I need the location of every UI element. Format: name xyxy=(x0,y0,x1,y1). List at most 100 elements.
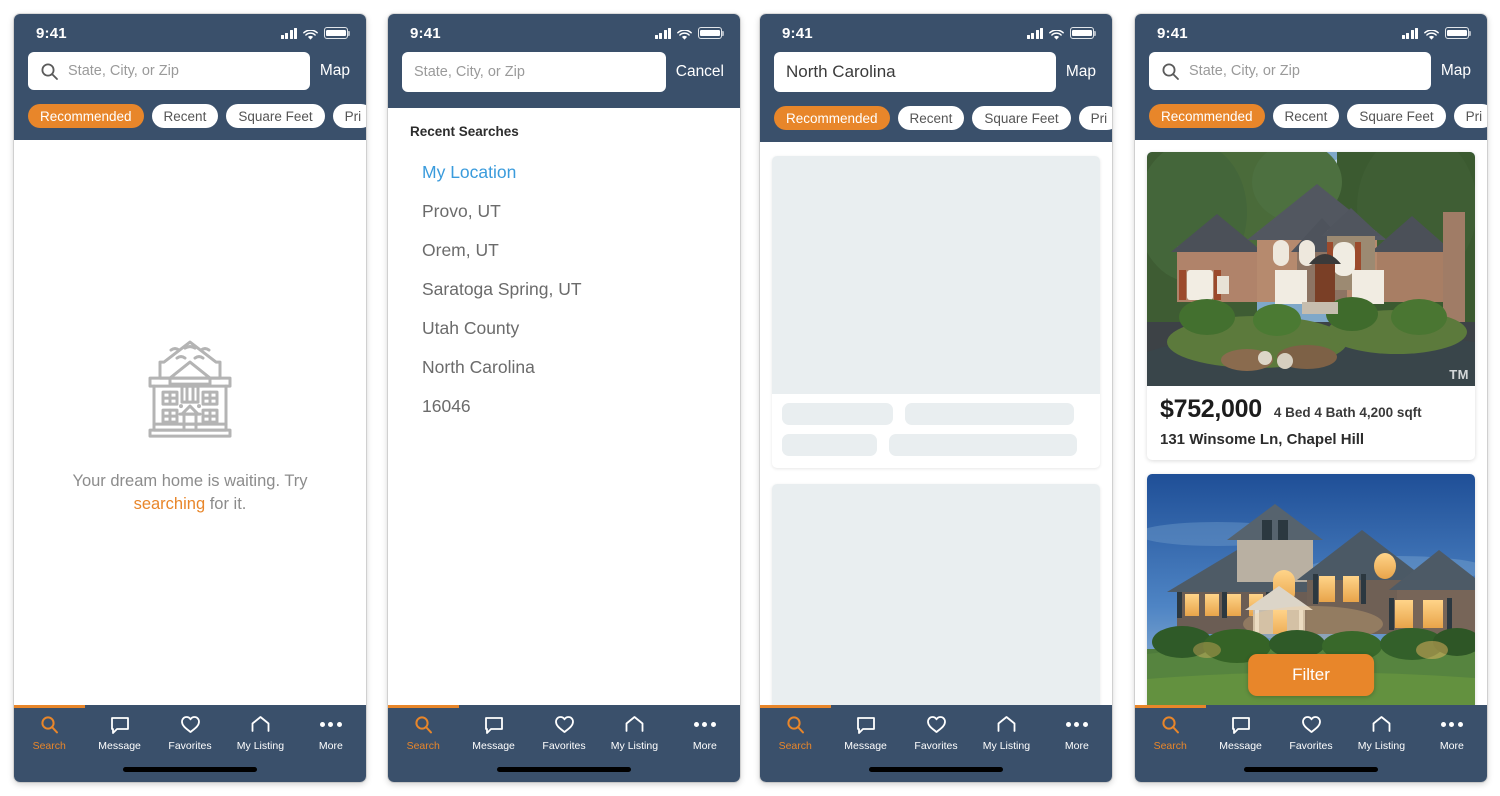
message-icon xyxy=(1231,714,1251,735)
tab-label: My Listing xyxy=(982,740,1031,752)
tab-label: Search xyxy=(778,740,812,752)
tab-message[interactable]: Message xyxy=(84,714,154,756)
list-item-my-location[interactable]: My Location xyxy=(410,153,718,192)
tab-my-listing[interactable]: My Listing xyxy=(225,714,295,756)
chip-recent[interactable]: Recent xyxy=(151,104,219,128)
house-icon xyxy=(624,714,645,735)
tab-message[interactable]: Message xyxy=(830,714,900,756)
empty-state-text: Your dream home is waiting. Try searchin… xyxy=(72,470,307,518)
cellular-signal-icon xyxy=(1401,27,1418,39)
wifi-icon xyxy=(1049,28,1064,40)
tab-message[interactable]: Message xyxy=(458,714,528,756)
status-bar: 9:41 xyxy=(760,14,1112,52)
chip-price[interactable]: Pri xyxy=(1453,104,1487,128)
search-input[interactable]: State, City, or Zip xyxy=(1149,52,1431,90)
chip-recommended[interactable]: Recommended xyxy=(1149,104,1265,128)
wifi-icon xyxy=(1424,28,1439,40)
tab-favorites[interactable]: Favorites xyxy=(901,714,971,756)
tab-label: Message xyxy=(844,740,887,752)
wifi-icon xyxy=(677,28,692,40)
screen-body: Your dream home is waiting. Try searchin… xyxy=(14,140,366,705)
app-header: 9:41 State, City, or Zip Cancel xyxy=(388,14,740,108)
map-button[interactable]: Map xyxy=(320,62,352,80)
search-placeholder: State, City, or Zip xyxy=(414,64,525,80)
tab-my-listing[interactable]: My Listing xyxy=(971,714,1041,756)
list-item[interactable]: Orem, UT xyxy=(410,231,718,270)
tab-label: More xyxy=(1064,740,1089,752)
list-item[interactable]: North Carolina xyxy=(410,348,718,387)
cellular-signal-icon xyxy=(1026,27,1043,39)
tab-label: My Listing xyxy=(1357,740,1406,752)
filter-button[interactable]: Filter xyxy=(1248,654,1374,696)
tab-more[interactable]: More xyxy=(296,714,366,756)
search-icon xyxy=(1161,62,1180,81)
search-input[interactable]: State, City, or Zip xyxy=(402,52,666,92)
tab-search[interactable]: Search xyxy=(760,714,830,756)
tab-more[interactable]: More xyxy=(1417,714,1487,756)
chip-price[interactable]: Pri xyxy=(1078,106,1112,130)
listing-specs: 4 Bed 4 Bath 4,200 sqft xyxy=(1273,405,1422,420)
tab-more[interactable]: More xyxy=(1042,714,1112,756)
chip-recommended[interactable]: Recommended xyxy=(774,106,890,130)
recent-searches-title: Recent Searches xyxy=(410,124,519,139)
tab-my-listing[interactable]: My Listing xyxy=(1346,714,1416,756)
listing-card[interactable]: Filter xyxy=(1147,474,1475,705)
empty-state-line2: for it. xyxy=(205,495,247,514)
list-item[interactable]: Provo, UT xyxy=(410,192,718,231)
tab-label: Search xyxy=(406,740,440,752)
tab-search[interactable]: Search xyxy=(14,714,84,756)
tab-label: More xyxy=(1439,740,1464,752)
list-item[interactable]: Utah County xyxy=(410,309,718,348)
cancel-button[interactable]: Cancel xyxy=(676,63,726,81)
status-time: 9:41 xyxy=(1157,24,1188,42)
ellipsis-icon xyxy=(693,714,716,735)
list-item[interactable]: 16046 xyxy=(410,387,718,426)
skeleton-card xyxy=(772,156,1100,468)
tab-message[interactable]: Message xyxy=(1205,714,1275,756)
tab-label: Favorites xyxy=(1289,740,1333,752)
search-row: State, City, or Zip Map xyxy=(14,52,366,104)
battery-icon xyxy=(1070,27,1097,39)
heart-icon xyxy=(926,714,947,735)
searching-link[interactable]: searching xyxy=(134,496,206,514)
tab-bar: Search Message Favorites My Listing More xyxy=(14,705,366,782)
home-indicator xyxy=(1135,756,1487,782)
chip-recent[interactable]: Recent xyxy=(897,106,965,130)
chip-square-feet[interactable]: Square Feet xyxy=(972,106,1071,130)
chip-square-feet[interactable]: Square Feet xyxy=(226,104,325,128)
chip-recommended[interactable]: Recommended xyxy=(28,104,144,128)
app-header: 9:41 North Carolina Map Recommended Rece… xyxy=(760,14,1112,142)
screenshot-stage: 9:41 State, City, or Zip Map Recommended… xyxy=(0,0,1500,796)
map-button[interactable]: Map xyxy=(1066,63,1098,81)
search-row: North Carolina Map xyxy=(760,52,1112,106)
listing-meta: $752,000 4 Bed 4 Bath 4,200 sqft 131 Win… xyxy=(1147,386,1475,460)
status-bar: 9:41 xyxy=(1135,14,1487,52)
empty-state-line1: Your dream home is waiting. Try xyxy=(72,471,308,490)
cellular-signal-icon xyxy=(654,27,671,39)
battery-icon xyxy=(324,27,351,39)
tab-favorites[interactable]: Favorites xyxy=(529,714,599,756)
house-icon xyxy=(1371,714,1392,735)
tab-label: Message xyxy=(98,740,141,752)
tab-favorites[interactable]: Favorites xyxy=(155,714,225,756)
empty-state: Your dream home is waiting. Try searchin… xyxy=(14,328,366,518)
search-icon xyxy=(786,714,805,735)
chip-recent[interactable]: Recent xyxy=(1272,104,1340,128)
search-input[interactable]: State, City, or Zip xyxy=(28,52,310,90)
filter-chip-row: Recommended Recent Square Feet Pri xyxy=(760,106,1112,142)
chip-square-feet[interactable]: Square Feet xyxy=(1347,104,1446,128)
tab-more[interactable]: More xyxy=(670,714,740,756)
map-button[interactable]: Map xyxy=(1441,62,1473,80)
heart-icon xyxy=(1301,714,1322,735)
chip-price[interactable]: Pri xyxy=(332,104,366,128)
tab-search[interactable]: Search xyxy=(388,714,458,756)
tab-my-listing[interactable]: My Listing xyxy=(599,714,669,756)
status-icons xyxy=(654,27,725,40)
tab-label: Favorites xyxy=(914,740,958,752)
tab-search[interactable]: Search xyxy=(1135,714,1205,756)
search-input[interactable]: North Carolina xyxy=(774,52,1056,92)
tab-favorites[interactable]: Favorites xyxy=(1276,714,1346,756)
tab-bar: Search Message Favorites My Listing More xyxy=(760,705,1112,782)
list-item[interactable]: Saratoga Spring, UT xyxy=(410,270,718,309)
listing-card[interactable]: TM $752,000 4 Bed 4 Bath 4,200 sqft 131 … xyxy=(1147,152,1475,460)
